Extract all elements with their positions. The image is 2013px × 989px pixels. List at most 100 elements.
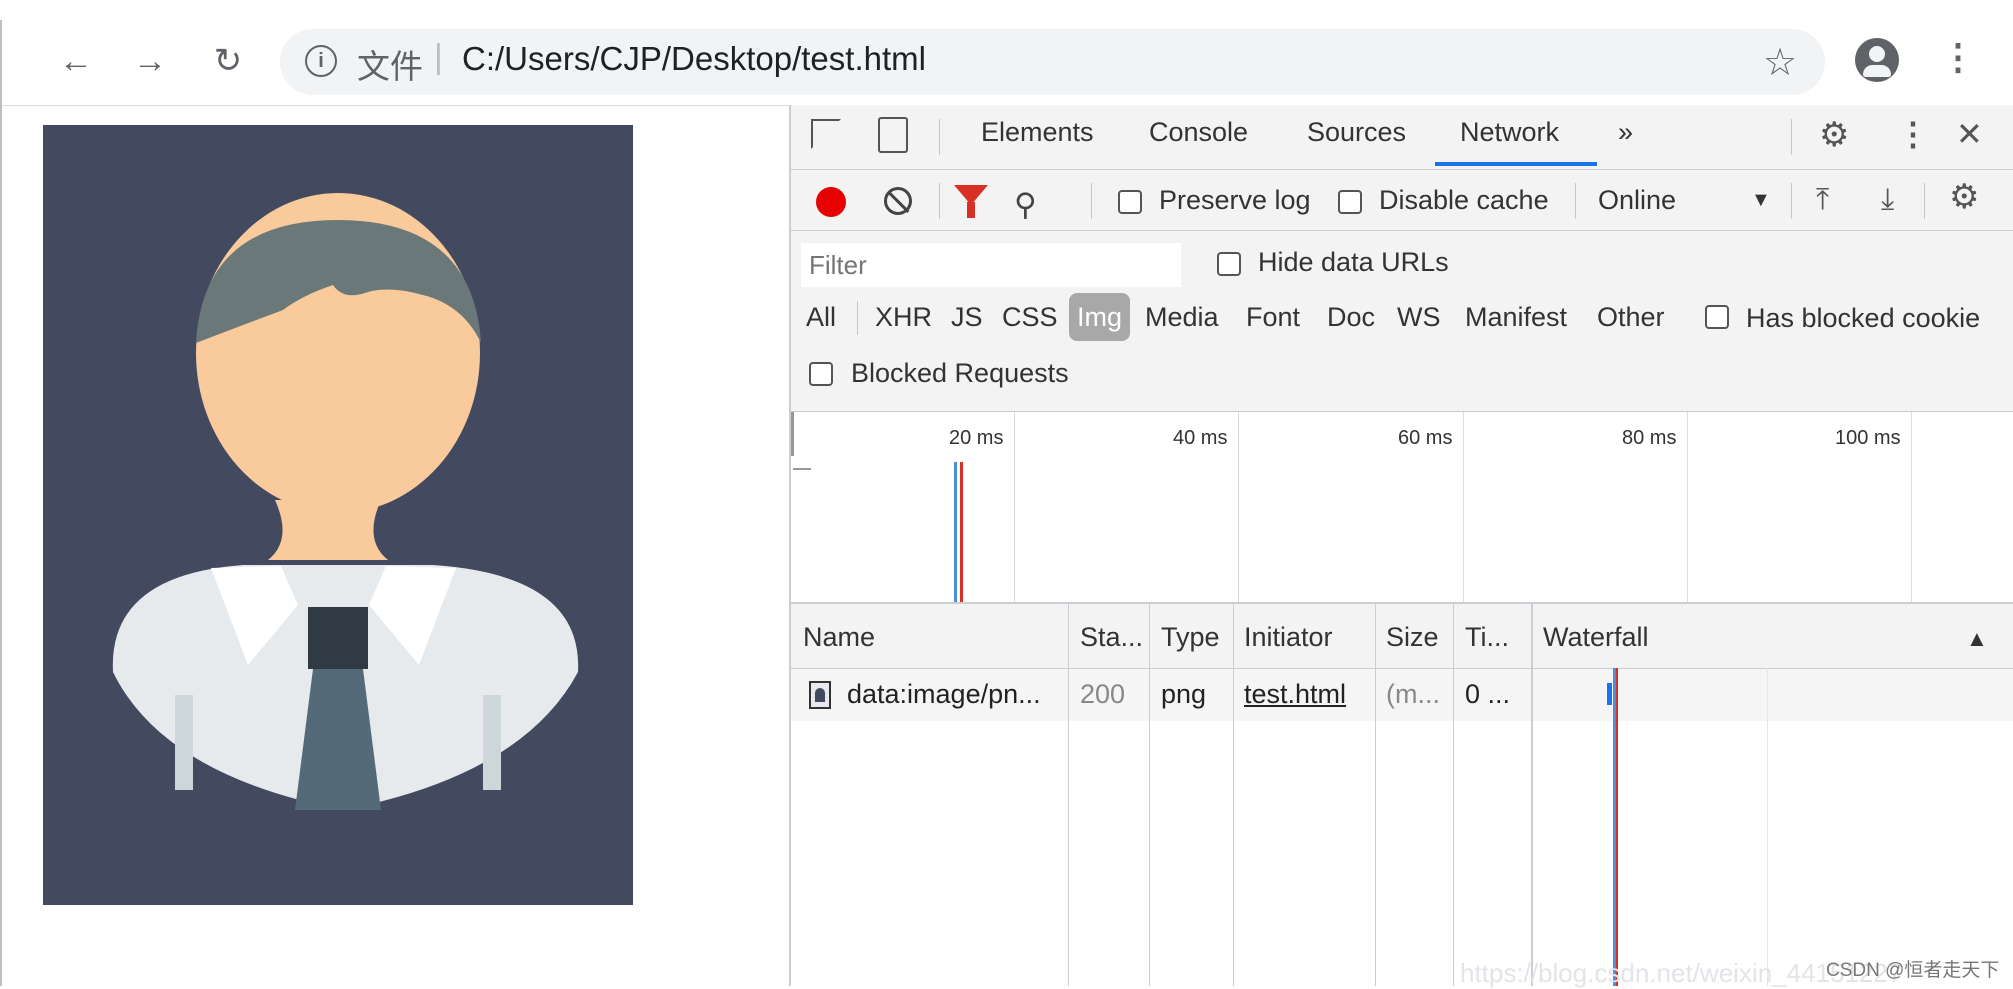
request-name[interactable]: data:image/pn...	[847, 679, 1041, 710]
type-filter-font[interactable]: Font	[1246, 293, 1300, 341]
chevron-down-icon[interactable]: ▼	[1751, 189, 1771, 212]
device-toolbar-icon[interactable]	[878, 117, 908, 153]
divider	[1575, 183, 1576, 219]
tab-sources[interactable]: Sources	[1307, 117, 1406, 148]
preserve-log-checkbox[interactable]	[1118, 190, 1142, 214]
divider	[939, 119, 940, 155]
close-icon[interactable]: ✕	[1956, 115, 1983, 153]
dom-content-loaded-marker	[954, 462, 957, 602]
type-filter-js[interactable]: JS	[951, 293, 983, 341]
column-divider	[1233, 604, 1234, 986]
reload-icon[interactable]: ↻	[205, 38, 251, 84]
clear-icon[interactable]	[884, 187, 912, 215]
overview-gridline	[1014, 412, 1015, 602]
forward-arrow-icon[interactable]: →	[127, 38, 173, 84]
divider	[1924, 183, 1925, 219]
overview-gridline	[1911, 412, 1912, 602]
column-header-waterfall[interactable]: Waterfall	[1543, 622, 1649, 653]
waterfall-bar	[1607, 683, 1612, 705]
devtools-kebab-icon[interactable]: ⋮	[1897, 115, 1929, 153]
disable-cache-label: Disable cache	[1379, 185, 1549, 215]
column-divider	[1453, 604, 1454, 986]
kebab-menu-icon[interactable]: ⋮	[1940, 36, 1976, 78]
tab-network[interactable]: Network	[1460, 117, 1559, 148]
column-divider	[1068, 604, 1069, 986]
inspect-element-icon[interactable]	[811, 119, 841, 149]
column-header-name[interactable]: Name	[803, 622, 875, 653]
type-filter-ws[interactable]: WS	[1397, 293, 1441, 341]
column-header-status[interactable]: Sta...	[1080, 622, 1143, 653]
type-filter-xhr[interactable]: XHR	[875, 293, 932, 341]
type-filter-css[interactable]: CSS	[1002, 293, 1058, 341]
watermark-credit: CSDN @恒者走天下	[1826, 960, 2000, 981]
devtools-panel: Elements Console Sources Network » ⚙ ⋮ ✕…	[789, 105, 2013, 986]
type-filter-all[interactable]: All	[806, 293, 836, 341]
request-status: 200	[1080, 679, 1126, 709]
info-icon[interactable]: i	[305, 45, 337, 77]
overview-marker	[793, 468, 811, 470]
request-initiator-link[interactable]: test.html	[1244, 679, 1346, 710]
request-time: 0 ...	[1465, 679, 1511, 709]
url-text[interactable]: C:/Users/CJP/Desktop/test.html	[462, 40, 926, 78]
column-header-time[interactable]: Ti...	[1465, 622, 1509, 653]
url-scheme-label: 文件	[357, 48, 423, 85]
import-har-icon[interactable]: ⤒	[1816, 183, 1829, 217]
hide-data-urls-checkbox[interactable]	[1217, 252, 1241, 276]
column-header-type[interactable]: Type	[1161, 622, 1220, 653]
column-divider	[1375, 604, 1376, 986]
type-filter-manifest[interactable]: Manifest	[1465, 293, 1567, 341]
avatar-image	[43, 125, 633, 905]
waterfall-gridline	[1767, 668, 1768, 986]
filter-icon[interactable]	[954, 185, 988, 218]
overview-timeline[interactable]: 20 ms 40 ms 60 ms 80 ms 100 ms	[791, 412, 2013, 604]
column-header-size[interactable]: Size	[1386, 622, 1439, 653]
filter-input[interactable]	[801, 243, 1181, 287]
settings-gear-icon[interactable]: ⚙	[1819, 115, 1849, 155]
table-row[interactable]: data:image/pn... 200 png test.html (m...…	[791, 669, 2013, 721]
type-filter-doc[interactable]: Doc	[1327, 293, 1375, 341]
overview-tick-label: 40 ms	[1173, 427, 1228, 449]
has-blocked-cookies-checkbox[interactable]	[1705, 305, 1729, 329]
overview-gridline	[1687, 412, 1688, 602]
window-edge	[0, 20, 2, 986]
disable-cache-checkbox[interactable]	[1338, 190, 1362, 214]
account-icon[interactable]	[1855, 38, 1899, 82]
overview-tick-label: 100 ms	[1835, 427, 1901, 449]
has-blocked-cookies-label: Has blocked cookie	[1746, 303, 1981, 333]
active-tab-indicator	[1435, 162, 1597, 166]
hide-data-urls-label: Hide data URLs	[1258, 247, 1449, 277]
divider	[939, 183, 940, 219]
column-divider	[1149, 604, 1150, 986]
more-tabs-icon[interactable]: »	[1618, 117, 1633, 148]
tab-console[interactable]: Console	[1149, 117, 1248, 148]
star-icon[interactable]: ☆	[1763, 40, 1797, 85]
export-har-icon[interactable]: ⤓	[1881, 183, 1894, 217]
divider	[857, 301, 858, 335]
search-icon[interactable]: ⚲	[1014, 187, 1037, 223]
sort-ascending-icon[interactable]: ▲	[1966, 626, 1988, 652]
record-icon[interactable]	[816, 187, 846, 217]
type-filter-media[interactable]: Media	[1145, 293, 1219, 341]
requests-table: Name Sta... Type Initiator Size Ti... Wa…	[791, 604, 2013, 986]
column-header-initiator[interactable]: Initiator	[1244, 622, 1333, 653]
column-divider	[1531, 604, 1533, 986]
blocked-requests-checkbox[interactable]	[809, 362, 833, 386]
tab-elements[interactable]: Elements	[981, 117, 1094, 148]
request-type: png	[1161, 679, 1207, 709]
image-file-icon	[809, 681, 831, 709]
divider	[1791, 119, 1792, 155]
blocked-requests-label: Blocked Requests	[851, 358, 1069, 388]
type-filter-img[interactable]: Img	[1069, 293, 1131, 341]
throttling-select[interactable]: Online	[1598, 185, 1676, 216]
network-settings-gear-icon[interactable]: ⚙	[1949, 177, 1979, 217]
type-filter-other[interactable]: Other	[1597, 293, 1665, 341]
overview-tick-label: 20 ms	[949, 427, 1004, 449]
back-arrow-icon[interactable]: ←	[53, 38, 99, 84]
load-event-marker	[960, 462, 963, 602]
request-size: (m...	[1386, 679, 1440, 709]
overview-gridline	[1463, 412, 1464, 602]
overview-gridline	[1238, 412, 1239, 602]
overview-tick-label: 60 ms	[1398, 427, 1453, 449]
overview-grabber-left[interactable]	[791, 412, 794, 456]
url-separator: |	[434, 38, 443, 76]
